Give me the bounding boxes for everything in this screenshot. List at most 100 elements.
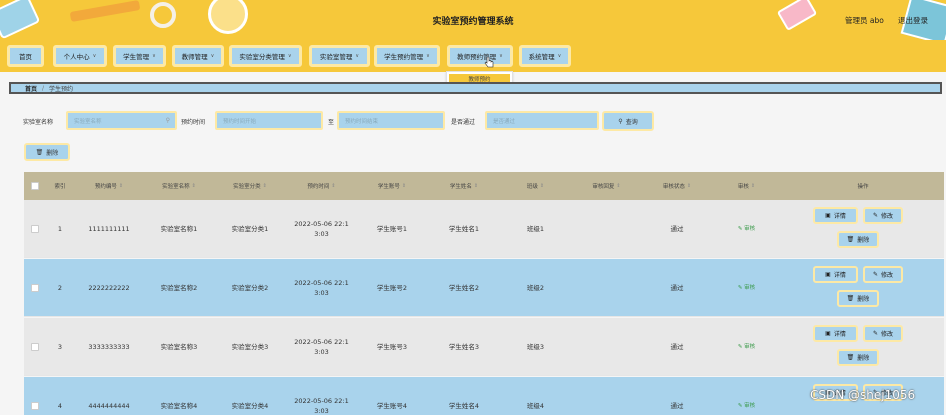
batch-delete-button[interactable]: 🗑 删除 [24,143,70,161]
header-review-reply[interactable]: 审核回复 ⇕ [570,172,643,200]
end-time-placeholder: 预约时间结束 [345,118,379,125]
start-time-input[interactable]: 预约时间开始 [215,111,323,130]
time-line-1: 2022-05-06 22:1 [294,396,349,405]
header-booking-time[interactable]: 预约时间 ⇕ [286,172,357,200]
sort-icon: ⇕ [401,183,407,189]
time-line-2: 3:03 [314,407,329,415]
header-review-status[interactable]: 审核状态 ⇕ [643,172,711,200]
header-label: 实验室分类 [233,184,261,190]
delete-button[interactable]: 🗑 删除 [837,290,879,307]
sort-icon: ⇕ [750,183,756,189]
header-class[interactable]: 班级 ⇕ [501,172,570,200]
cell-student-account: 学生账号2 [376,283,408,292]
breadcrumb-home[interactable]: 首页 [25,84,37,93]
row-checkbox[interactable] [31,343,39,351]
header-student-account[interactable]: 学生账号 ⇕ [357,172,427,200]
table-row: 1 1111111111 实验室名称1 实验室分类1 2022-05-06 22… [24,200,944,258]
detail-button[interactable]: ▣ 详情 [813,207,858,224]
header-lab-name[interactable]: 实验室名称 ⇕ [144,172,214,200]
select-all-checkbox[interactable] [31,182,39,190]
edit-label: 修改 [881,213,894,220]
cell-lab-category: 实验室分类1 [231,224,269,233]
cell-booking-no: 2222222222 [88,283,130,292]
nav-label: 学生预约管理 [384,53,424,61]
sort-icon: ⇕ [473,183,479,189]
header-student-name[interactable]: 学生姓名 ⇕ [427,172,501,200]
edit-button[interactable]: ✎ 修改 [863,325,903,342]
hand-cursor-icon [484,56,494,68]
select-all-cell [24,172,46,200]
review-link[interactable]: ✎ 审核 [738,225,755,234]
nav-item-teacher-booking-management[interactable]: 教师预约管理 ∨ [447,45,513,67]
row-checkbox[interactable] [31,225,39,233]
cell-lab-category: 实验室分类2 [231,283,269,292]
search-form: 实验室名称 实验室名称 ⚲ 预约时间 预约时间开始 至 预约时间结束 是否通过 … [0,110,946,132]
review-label: 审核 [744,402,756,409]
delete-button[interactable]: 🗑 删除 [837,349,879,366]
nav-item-system-management[interactable]: 系统管理 ∨ [519,45,571,67]
header-label: 班级 [526,184,538,190]
edit-button[interactable]: ✎ 修改 [863,266,903,283]
table-row: 3 3333333333 实验室名称3 实验室分类3 2022-05-06 22… [24,318,944,376]
end-time-input[interactable]: 预约时间结束 [337,111,445,130]
trash-icon: 🗑 [846,295,855,302]
nav-label: 实验室管理 [319,53,353,61]
edit-label: 修改 [881,272,894,279]
approved-label: 是否通过 [451,119,476,126]
cell-class: 班级2 [526,283,545,292]
header-lab-category[interactable]: 实验室分类 ⇕ [214,172,286,200]
header-index: 索引 [46,172,74,200]
approved-select[interactable]: 是否通过 [485,111,599,130]
edit-icon: ✎ [872,330,878,337]
start-time-placeholder: 预约时间开始 [223,118,257,125]
cell-review-status: 通过 [670,224,684,233]
edit-button[interactable]: ✎ 修改 [863,207,903,224]
nav-item-home[interactable]: 首页 [7,45,44,67]
nav-item-student-booking-management[interactable]: 学生预约管理 ∨ [374,45,440,67]
cell-index: 3 [57,342,63,351]
edit-icon: ✎ [872,212,878,219]
table-row: 2 2222222222 实验室名称2 实验室分类2 2022-05-06 22… [24,259,944,317]
nav-item-personal-center[interactable]: 个人中心 ∨ [53,45,107,67]
header-review[interactable]: 审核 ⇕ [711,172,782,200]
cell-class: 班级3 [526,342,545,351]
cell-review: ✎ 审核 [711,200,782,258]
cell-booking-no: 4444444444 [88,401,130,410]
cell-review-reply [570,377,643,415]
cell-booking-no: 3333333333 [88,342,130,351]
logout-link[interactable]: 退出登录 [898,15,928,26]
breadcrumb-current: 学生预约 [49,85,74,93]
delete-button-label: 删除 [46,149,59,157]
sort-icon: ⇕ [191,183,196,189]
chevron-down-icon: ∨ [287,53,292,59]
nav-item-lab-management[interactable]: 实验室管理 ∨ [309,45,370,67]
query-button[interactable]: ⚲ 查询 [602,111,654,131]
row-checkbox[interactable] [31,284,39,292]
header-label: 预约编号 [94,184,117,190]
main-nav: 首页 个人中心 ∨ 学生管理 ∨ 教师管理 ∨ 实验室分类管理 ∨ 实验室管理 ∨ 学生预… [0,40,946,72]
row-checkbox[interactable] [31,402,39,410]
delete-button[interactable]: 🗑 删除 [837,231,879,248]
edit-label: 修改 [881,331,894,338]
lab-name-input[interactable]: 实验室名称 ⚲ [66,111,177,130]
breadcrumb: 首页 / 学生预约 [9,82,942,94]
time-line-1: 2022-05-06 22:1 [294,337,349,346]
review-label: 审核 [744,225,756,232]
sort-icon: ⇕ [118,183,124,189]
review-link[interactable]: ✎ 审核 [738,343,755,352]
nav-item-lab-category-management[interactable]: 实验室分类管理 ∨ [229,45,302,67]
header-booking-no[interactable]: 预约编号 ⇕ [74,172,144,200]
nav-item-teacher-management[interactable]: 教师管理 ∨ [172,45,224,67]
review-link[interactable]: ✎ 审核 [738,284,755,293]
detail-button[interactable]: ▣ 详情 [813,325,858,342]
sort-icon: ⇕ [686,183,692,189]
nav-item-student-management[interactable]: 学生管理 ∨ [113,45,166,67]
cell-review: ✎ 审核 [711,259,782,317]
lab-name-label: 实验室名称 [23,119,54,126]
detail-button[interactable]: ▣ 详情 [813,266,858,283]
chevron-down-icon: ∨ [499,53,503,59]
cell-lab-name: 实验室名称4 [160,401,198,410]
nav-label: 教师管理 [181,53,208,61]
header-label: 学生账号 [377,184,400,190]
review-link[interactable]: ✎ 审核 [738,402,755,411]
